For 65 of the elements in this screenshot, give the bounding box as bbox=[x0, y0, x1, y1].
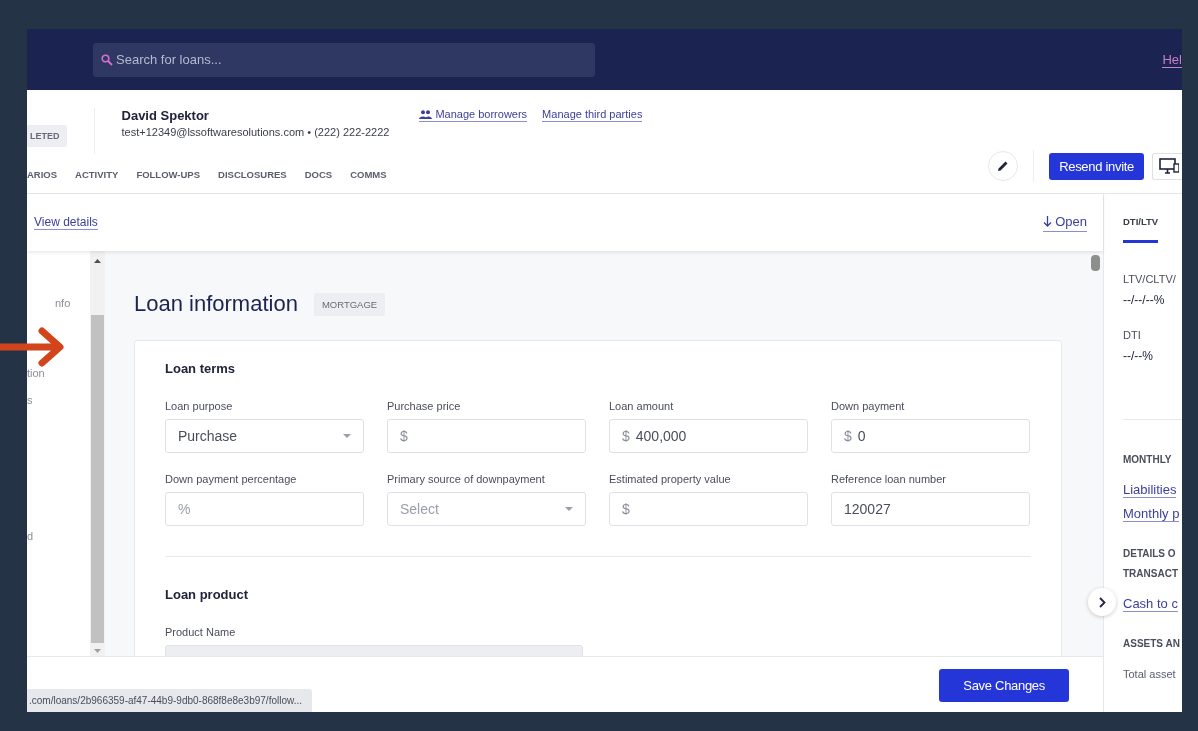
metric-value: --/--% bbox=[1123, 349, 1154, 363]
section-heading: MONTHLY bbox=[1123, 453, 1173, 467]
caret-icon bbox=[565, 507, 573, 511]
metric-label: DTI bbox=[1123, 329, 1142, 341]
status-badge: LETED bbox=[27, 125, 67, 147]
nav-tab[interactable]: ARIOS bbox=[27, 169, 58, 186]
panel-link[interactable]: Cash to c bbox=[1123, 596, 1178, 612]
field-label: Down payment percentage bbox=[165, 473, 298, 485]
monitor-icon bbox=[1159, 158, 1179, 174]
panel-text: Total asset bbox=[1123, 668, 1176, 680]
panel-tab[interactable]: DTI/LTV bbox=[1123, 216, 1159, 243]
scrollbar-thumb[interactable] bbox=[1091, 255, 1100, 271]
loan-type-badge: MORTGAGE bbox=[313, 292, 386, 316]
edit-button[interactable] bbox=[988, 151, 1019, 181]
manage-third-parties-link[interactable]: Manage third parties bbox=[542, 108, 643, 122]
resend-invite-button[interactable]: Resend invite bbox=[1049, 152, 1144, 180]
annotation-arrow bbox=[0, 326, 66, 368]
currency-field[interactable]: $ 0 bbox=[831, 419, 1030, 453]
section-heading: DETAILS O bbox=[1123, 547, 1177, 561]
section-heading: TRANSACT bbox=[1123, 567, 1179, 581]
panel-link[interactable]: Monthly p bbox=[1123, 506, 1180, 522]
section-heading: ASSETS AN bbox=[1123, 637, 1181, 651]
field-label: Reference loan number bbox=[831, 473, 947, 485]
caret-icon bbox=[343, 434, 351, 438]
nav-tab[interactable]: COMMS bbox=[350, 169, 387, 186]
view-details-link[interactable]: View details bbox=[34, 215, 98, 230]
pencil-icon bbox=[997, 160, 1010, 172]
field-label: Estimated property value bbox=[609, 473, 732, 485]
borrower-contact: test+12349@lssoftwaresolutions.com • (222) 222-2222 bbox=[121, 126, 390, 138]
nav-tab[interactable]: DISCLOSURES bbox=[218, 169, 287, 186]
panel-link[interactable]: Liabilities bbox=[1123, 482, 1177, 498]
search-field[interactable]: Search for loans... bbox=[93, 42, 595, 77]
nav-tab[interactable]: FOLLOW-UPS bbox=[136, 169, 201, 186]
save-changes-button[interactable]: Save Changes bbox=[939, 668, 1069, 702]
section-title: Loan product bbox=[165, 587, 250, 602]
borrower-name: David Spektor bbox=[121, 108, 210, 123]
field-label: Primary source of downpayment bbox=[387, 473, 546, 485]
side-nav-item[interactable]: d bbox=[27, 530, 90, 544]
expand-button[interactable] bbox=[1088, 588, 1116, 616]
field-label: Loan amount bbox=[609, 400, 675, 412]
page-title: Loan information bbox=[134, 291, 298, 317]
status-url: .com/loans/2b966359-af47-44b9-9db0-868f8e8e3b97/follow... bbox=[27, 689, 312, 712]
scrollbar[interactable] bbox=[90, 251, 105, 656]
help-link[interactable]: Hel bbox=[1162, 51, 1182, 68]
arrow-down-icon bbox=[1043, 215, 1053, 227]
nav-tab[interactable]: DOCS bbox=[304, 169, 333, 186]
currency-field[interactable]: $ 400,000 bbox=[609, 419, 808, 453]
metric-value: --/--/--% bbox=[1123, 293, 1166, 307]
screen-share-button[interactable] bbox=[1152, 152, 1182, 180]
chevron-right-icon bbox=[1098, 596, 1106, 608]
manage-borrowers-link[interactable]: Manage borrowers bbox=[419, 108, 528, 122]
people-icon bbox=[419, 109, 433, 119]
section-title: Loan terms bbox=[165, 361, 237, 376]
side-nav-item[interactable]: s bbox=[27, 394, 90, 408]
search-icon bbox=[101, 53, 113, 66]
metric-label: LTV/CLTV/ bbox=[1123, 273, 1177, 285]
scroll-up-icon[interactable] bbox=[94, 259, 101, 263]
open-link[interactable]: Open bbox=[1043, 213, 1087, 232]
select-field[interactable]: Purchase bbox=[165, 419, 364, 453]
input-field[interactable]: 120027 bbox=[831, 492, 1030, 526]
nav-tab[interactable]: ACTIVITY bbox=[75, 169, 119, 186]
field-label: Loan purpose bbox=[165, 400, 234, 412]
field-label: Product Name bbox=[165, 626, 237, 638]
field-label: Down payment bbox=[831, 400, 906, 412]
field-label: Purchase price bbox=[387, 400, 462, 412]
